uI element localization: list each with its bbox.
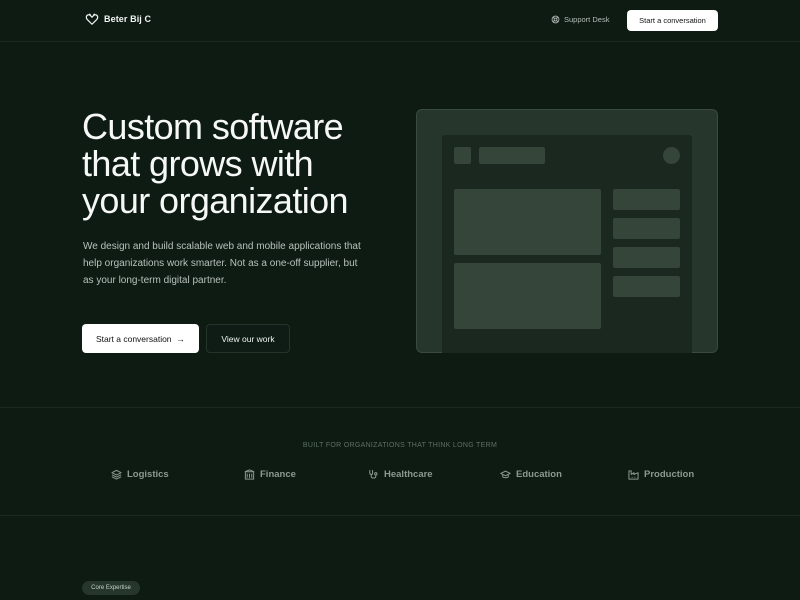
mockup-list-item-placeholder	[613, 218, 680, 239]
industry-label: Logistics	[127, 469, 169, 480]
industry-label: Finance	[260, 469, 296, 480]
core-expertise-badge: Core Expertise	[82, 581, 140, 595]
hero-title-line-3: your organization	[82, 180, 349, 221]
graduation-cap-icon	[500, 470, 511, 479]
support-desk-label: Support Desk	[564, 15, 610, 24]
mockup-list-item-placeholder	[613, 189, 680, 210]
industry-healthcare: Healthcare	[368, 469, 433, 480]
industries-band	[0, 407, 800, 516]
industry-logistics: Logistics	[111, 469, 169, 480]
view-our-work-button[interactable]: View our work	[206, 324, 290, 353]
layers-icon	[111, 469, 122, 480]
brand-name: Beter Bij C	[104, 14, 152, 24]
industry-finance: Finance	[244, 469, 296, 480]
hero-title-line-2: that grows with	[82, 143, 314, 184]
mockup-card-placeholder	[454, 263, 601, 329]
support-desk-link[interactable]: Support Desk	[551, 15, 609, 24]
header-start-conversation-button[interactable]: Start a conversation	[627, 10, 718, 31]
hero-title-line-1: Custom software	[82, 106, 344, 147]
brand-logo-link[interactable]: Beter Bij C	[85, 12, 151, 26]
industries-heading: BUILT FOR ORGANIZATIONS THAT THINK LONG …	[302, 442, 498, 449]
hero-subtitle: We design and build scalable web and mob…	[83, 241, 361, 286]
support-icon	[551, 15, 560, 24]
mockup-avatar-placeholder	[663, 147, 680, 164]
industry-label: Production	[644, 469, 695, 480]
mockup-logo-placeholder	[454, 147, 471, 164]
hero-start-conversation-label: Start a conversation	[95, 333, 172, 344]
hero-start-conversation-button[interactable]: Start a conversation →	[82, 324, 199, 353]
mockup-card-placeholder	[454, 189, 601, 255]
building-icon	[244, 469, 255, 480]
industry-label: Healthcare	[384, 469, 433, 480]
site-header: Beter Bij C Support Desk Start a convers…	[0, 0, 800, 42]
mockup-title-placeholder	[479, 147, 545, 164]
industry-education: Education	[500, 469, 562, 480]
factory-icon	[628, 470, 639, 480]
industry-production: Production	[628, 469, 694, 480]
mockup-list-item-placeholder	[613, 247, 680, 268]
heart-hands-icon	[85, 13, 99, 25]
arrow-right-icon: →	[176, 333, 186, 344]
industry-label: Education	[516, 469, 562, 480]
stethoscope-icon	[369, 469, 378, 479]
hero-title: Custom software that grows with your org…	[82, 108, 382, 219]
mockup-list-item-placeholder	[613, 276, 680, 297]
